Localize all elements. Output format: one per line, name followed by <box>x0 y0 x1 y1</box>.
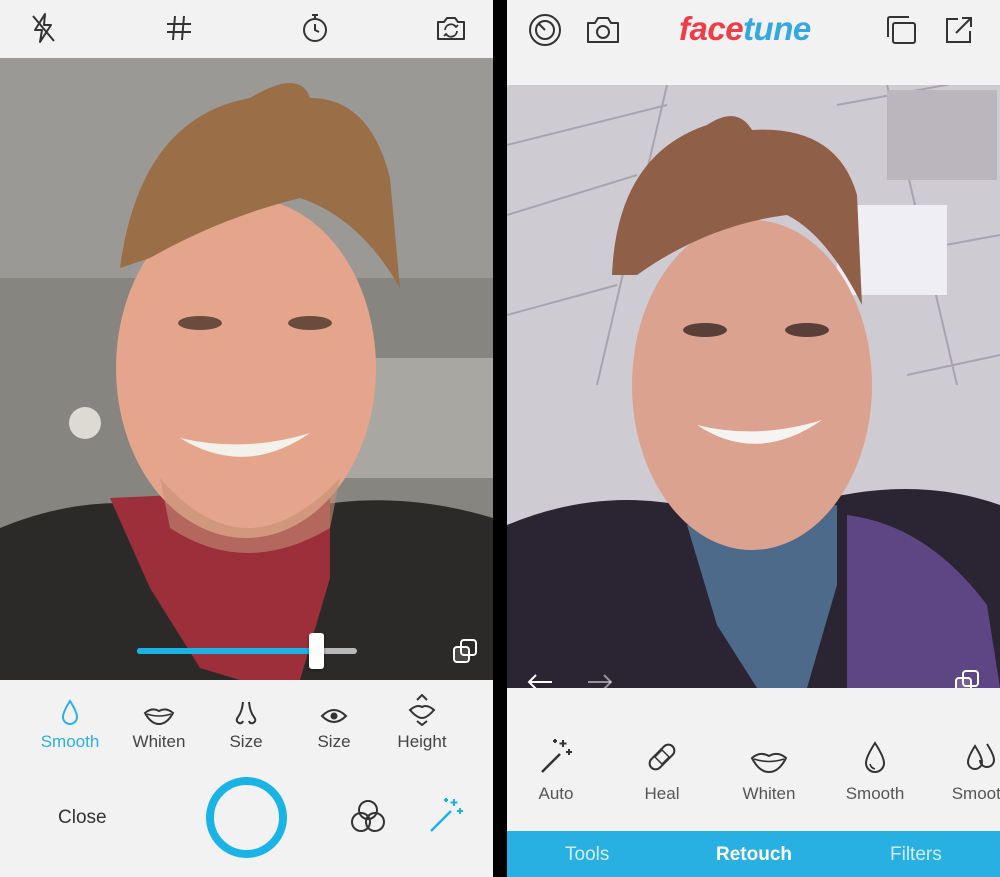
editor-header: facetune <box>507 0 1000 85</box>
magic-wand-icon <box>516 739 596 774</box>
logo-face: face <box>679 10 744 47</box>
camera-preview[interactable] <box>0 58 493 680</box>
tool-label: Size <box>229 732 263 751</box>
facetune-logo: facetune <box>679 10 811 48</box>
gauge-icon[interactable] <box>527 12 563 48</box>
droplet-icon <box>30 692 110 726</box>
tool-height[interactable]: Height <box>382 692 462 752</box>
logo-tune: tune <box>743 10 811 47</box>
flip-camera-icon[interactable] <box>435 12 467 44</box>
editor-canvas[interactable] <box>507 85 1000 688</box>
tool-smooth-2[interactable]: Smooth <box>941 740 1000 804</box>
tool-whiten[interactable]: Whiten <box>119 692 199 752</box>
tab-filters[interactable]: Filters <box>890 844 942 866</box>
eye-icon <box>294 692 374 726</box>
tool-eye-size[interactable]: Size <box>294 692 374 752</box>
droplet-icon <box>835 740 915 774</box>
face-height-icon <box>382 692 462 726</box>
tool-heal[interactable]: Heal <box>622 740 702 804</box>
slider-thumb[interactable] <box>309 633 325 669</box>
camera-panel: Smooth Whiten Size Size Height Close <box>0 0 493 877</box>
camera-tool-bar: Smooth Whiten Size Size Height <box>0 680 493 765</box>
layers-icon[interactable] <box>883 12 919 48</box>
slider-fill <box>137 648 318 654</box>
flash-off-icon[interactable] <box>27 12 59 44</box>
tool-label: Whiten <box>742 784 796 803</box>
double-droplet-icon <box>941 740 1000 774</box>
tool-label: Whiten <box>132 732 186 751</box>
tool-label: Height <box>397 732 447 751</box>
share-icon[interactable] <box>941 12 977 48</box>
tool-label: Heal <box>644 784 680 803</box>
smooth-intensity-slider[interactable] <box>137 633 357 669</box>
editor-panel: facetune Auto Heal Whiten Smooth Smoot T… <box>507 0 1000 877</box>
tool-label: Smooth <box>40 732 100 751</box>
selfie-photo <box>0 58 493 680</box>
compare-icon[interactable] <box>451 637 479 665</box>
tool-smooth[interactable]: Smooth <box>835 740 915 804</box>
tool-smooth[interactable]: Smooth <box>30 692 110 752</box>
tool-label: Smooth <box>951 784 1000 803</box>
tool-whiten[interactable]: Whiten <box>729 740 809 804</box>
lips-icon <box>119 692 199 726</box>
tool-label: Auto <box>538 784 574 803</box>
tool-nose-size[interactable]: Size <box>206 692 286 752</box>
tab-retouch[interactable]: Retouch <box>716 844 792 866</box>
nose-icon <box>206 692 286 726</box>
retouch-tool-bar: Auto Heal Whiten Smooth Smooth <box>507 688 1000 831</box>
edited-selfie-photo <box>507 85 1000 688</box>
filters-icon[interactable] <box>348 797 388 837</box>
tool-auto[interactable]: Auto <box>516 739 596 804</box>
tool-label: Size <box>317 732 351 751</box>
camera-bottom-bar: Close <box>0 765 493 877</box>
timer-icon[interactable] <box>299 12 331 44</box>
tool-label: Smooth <box>845 784 905 803</box>
bandage-icon <box>622 740 702 774</box>
tab-tools[interactable]: Tools <box>565 844 609 866</box>
camera-toolbar <box>0 0 493 58</box>
magic-wand-icon[interactable] <box>426 795 466 835</box>
camera-icon[interactable] <box>585 12 621 48</box>
lips-icon <box>729 740 809 774</box>
grid-icon[interactable] <box>163 12 195 44</box>
close-button[interactable]: Close <box>58 807 107 829</box>
editor-tab-bar: Tools Retouch Filters <box>507 831 1000 877</box>
shutter-button[interactable] <box>206 777 287 858</box>
